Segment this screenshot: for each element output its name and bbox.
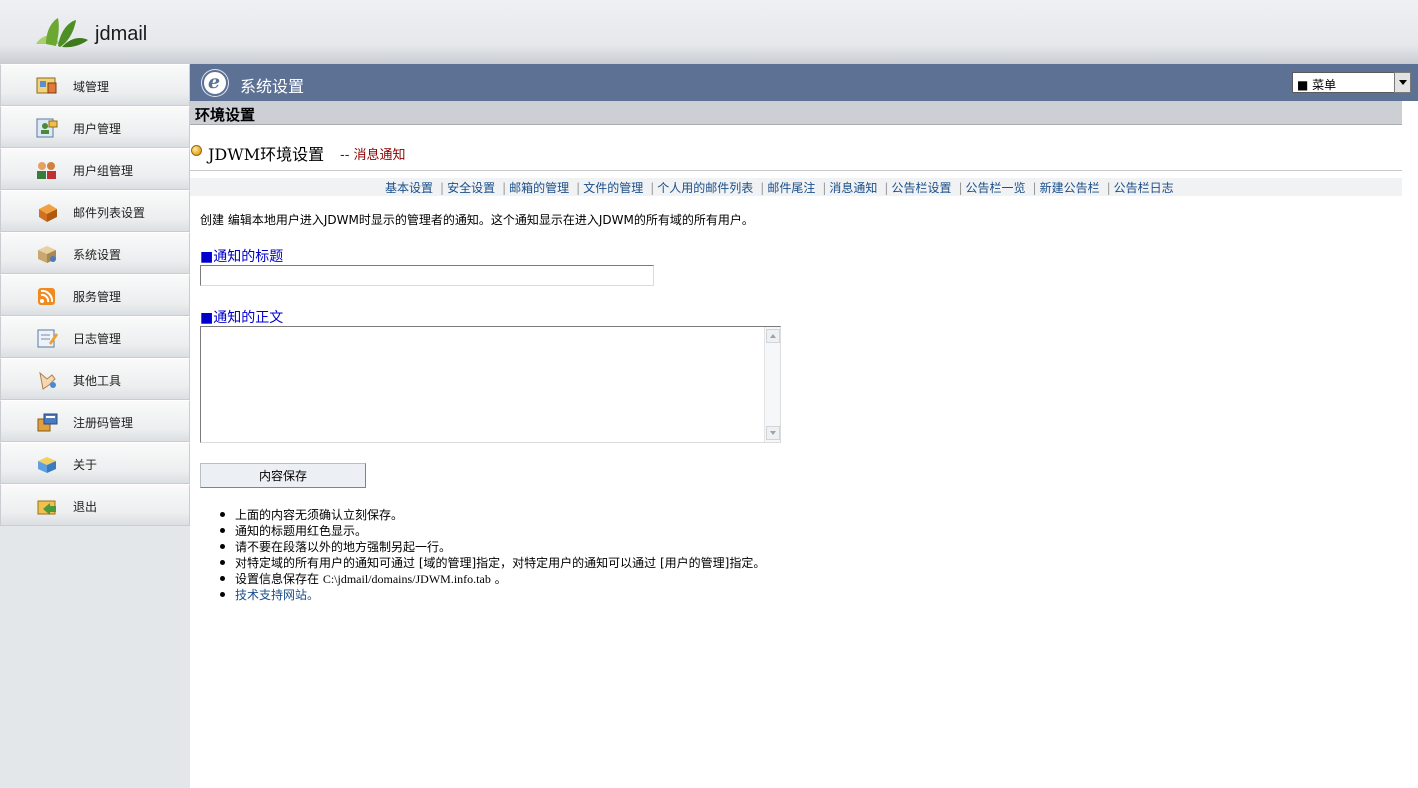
tab-security-settings[interactable]: 安全设置 [447,181,495,195]
note-text: 设置信息保存在 [235,572,323,586]
settings-tabs: 基本设置 | 安全设置 | 邮箱的管理 | 文件的管理 | 个人用的邮件列表 | 邮件尾注 | 消息通知… [190,178,1402,196]
list-item: 设置信息保存在 C:\jdmail/domains/JDWM.info.tab … [219,570,765,586]
app-e-icon: e [202,70,228,96]
sidebar-item-label: 用户管理 [73,122,122,136]
sidebar-item-label: 日志管理 [73,332,122,346]
sidebar-item-logout[interactable]: 退出 [0,484,190,526]
separator: | [760,181,765,195]
service-icon [38,288,55,305]
sidebar-item-label: 服务管理 [73,290,122,304]
list-item: 请不要在段落以外的地方强制另起一行。 [219,538,765,554]
separator: | [1032,181,1037,195]
title-bar: e 系统设置 ■ 菜单 [190,64,1418,101]
separator: | [650,181,655,195]
tab-bulletin-settings[interactable]: 公告栏设置 [891,181,951,195]
settings-tab-links: 基本设置 | 安全设置 | 邮箱的管理 | 文件的管理 | 个人用的邮件列表 | 邮件尾注 | 消息通知… [385,179,1174,196]
chevron-down-icon[interactable] [1394,72,1411,93]
domain-icon [36,77,57,94]
separator: | [958,181,963,195]
tab-personal-mailing-list[interactable]: 个人用的邮件列表 [657,181,753,195]
sidebar-item-label: 关于 [73,458,98,472]
notice-body-label: ■通知的正文 [200,310,284,326]
notice-body-textarea[interactable] [200,326,781,443]
list-item: 对特定域的所有用户的通知可通过 [域的管理]指定，对特定用户的通知可以通过 [用… [219,554,765,570]
support-site-link[interactable]: 技术支持网站。 [235,588,319,602]
sidebar-item-label: 域管理 [73,80,110,94]
tab-basic-settings[interactable]: 基本设置 [385,181,433,195]
separator: | [1106,181,1111,195]
notes-list: 上面的内容无须确认立刻保存。 通知的标题用红色显示。 请不要在段落以外的地方强制… [219,506,765,602]
subtitle-tag: -- 消息通知 [340,148,406,163]
tab-bulletin-list[interactable]: 公告栏一览 [966,181,1026,195]
system-settings-icon [38,246,56,263]
sidebar-item-label: 其他工具 [73,374,122,388]
user-icon [36,118,58,138]
sidebar-item-tools[interactable]: 其他工具 [0,358,190,400]
user-group-icon [37,162,56,179]
menu-dropdown[interactable]: ■ 菜单 [1292,72,1411,93]
brand-name: jdmail [95,23,148,45]
tab-mailbox-management[interactable]: 邮箱的管理 [509,181,569,195]
list-item: 上面的内容无须确认立刻保存。 [219,506,765,522]
tab-bulletin-log[interactable]: 公告栏日志 [1114,181,1174,195]
subtitle: JDWM环境设置 [208,145,325,164]
note-text: 上面的内容无须确认立刻保存。 [235,508,404,522]
sidebar-item-users[interactable]: 用户管理 [0,106,190,148]
leaf-logo-icon [36,18,88,48]
sidebar-item-label: 注册码管理 [73,416,134,430]
sidebar-item-system-settings[interactable]: 系统设置 [0,232,190,274]
license-icon [37,413,58,432]
tools-icon [39,371,56,390]
separator: | [502,181,507,195]
top-header: jdmail [0,0,1418,64]
orange-bullet-icon [191,145,202,156]
sidebar-item-label: 退出 [73,500,98,514]
tab-message-notification[interactable]: 消息通知 [829,181,877,195]
note-text: 对特定域的所有用户的通知可通过 [域的管理]指定，对特定用户的通知可以通过 [用… [235,556,766,570]
sidebar-item-label: 邮件列表设置 [73,206,146,220]
page-title: 系统设置 [240,77,305,96]
textarea-scrollbar[interactable] [764,327,780,442]
scroll-up-icon[interactable] [766,329,780,343]
notice-title-label: ■通知的标题 [200,249,284,265]
tab-new-bulletin[interactable]: 新建公告栏 [1040,181,1100,195]
log-icon [37,329,58,348]
logout-icon [37,500,56,515]
sidebar-item-label: 用户组管理 [73,164,134,178]
sidebar-item-logs[interactable]: 日志管理 [0,316,190,358]
notice-title-input[interactable] [200,265,654,286]
sidebar-item-about[interactable]: 关于 [0,442,190,484]
divider [190,170,1402,171]
separator: | [822,181,827,195]
separator: | [576,181,581,195]
about-icon [38,457,56,473]
sidebar-item-license[interactable]: 注册码管理 [0,400,190,442]
list-item: 通知的标题用红色显示。 [219,522,765,538]
tab-mail-footer[interactable]: 邮件尾注 [767,181,815,195]
config-path: C:\jdmail/domains/JDWM.info.tab [322,572,491,586]
separator: | [884,181,889,195]
sidebar-item-domain[interactable]: 域管理 [0,64,190,106]
sidebar-item-label: 系统设置 [73,248,122,262]
menu-dropdown-value: ■ 菜单 [1297,78,1337,92]
note-text: 。 [490,572,507,586]
sidebar: 域管理 用户管理 用户组管理 邮件列表设置 系统设置 服务管理 日志管理 其他工… [0,64,190,788]
mailing-list-icon [39,204,57,222]
sidebar-item-services[interactable]: 服务管理 [0,274,190,316]
separator: | [440,181,445,195]
section-header: 环境设置 [190,101,1402,125]
save-button[interactable]: 内容保存 [200,463,366,488]
sidebar-item-mailing-list[interactable]: 邮件列表设置 [0,190,190,232]
form-description: 创建 编辑本地用户进入JDWM时显示的管理者的通知。这个通知显示在进入JDWM的… [200,213,754,227]
tab-file-management[interactable]: 文件的管理 [583,181,643,195]
sidebar-item-user-groups[interactable]: 用户组管理 [0,148,190,190]
section-title: 环境设置 [195,106,256,124]
note-text: 通知的标题用红色显示。 [235,524,368,538]
list-item: 技术支持网站。 [219,586,765,602]
scroll-down-icon[interactable] [766,426,780,440]
note-text: 请不要在段落以外的地方强制另起一行。 [235,540,452,554]
